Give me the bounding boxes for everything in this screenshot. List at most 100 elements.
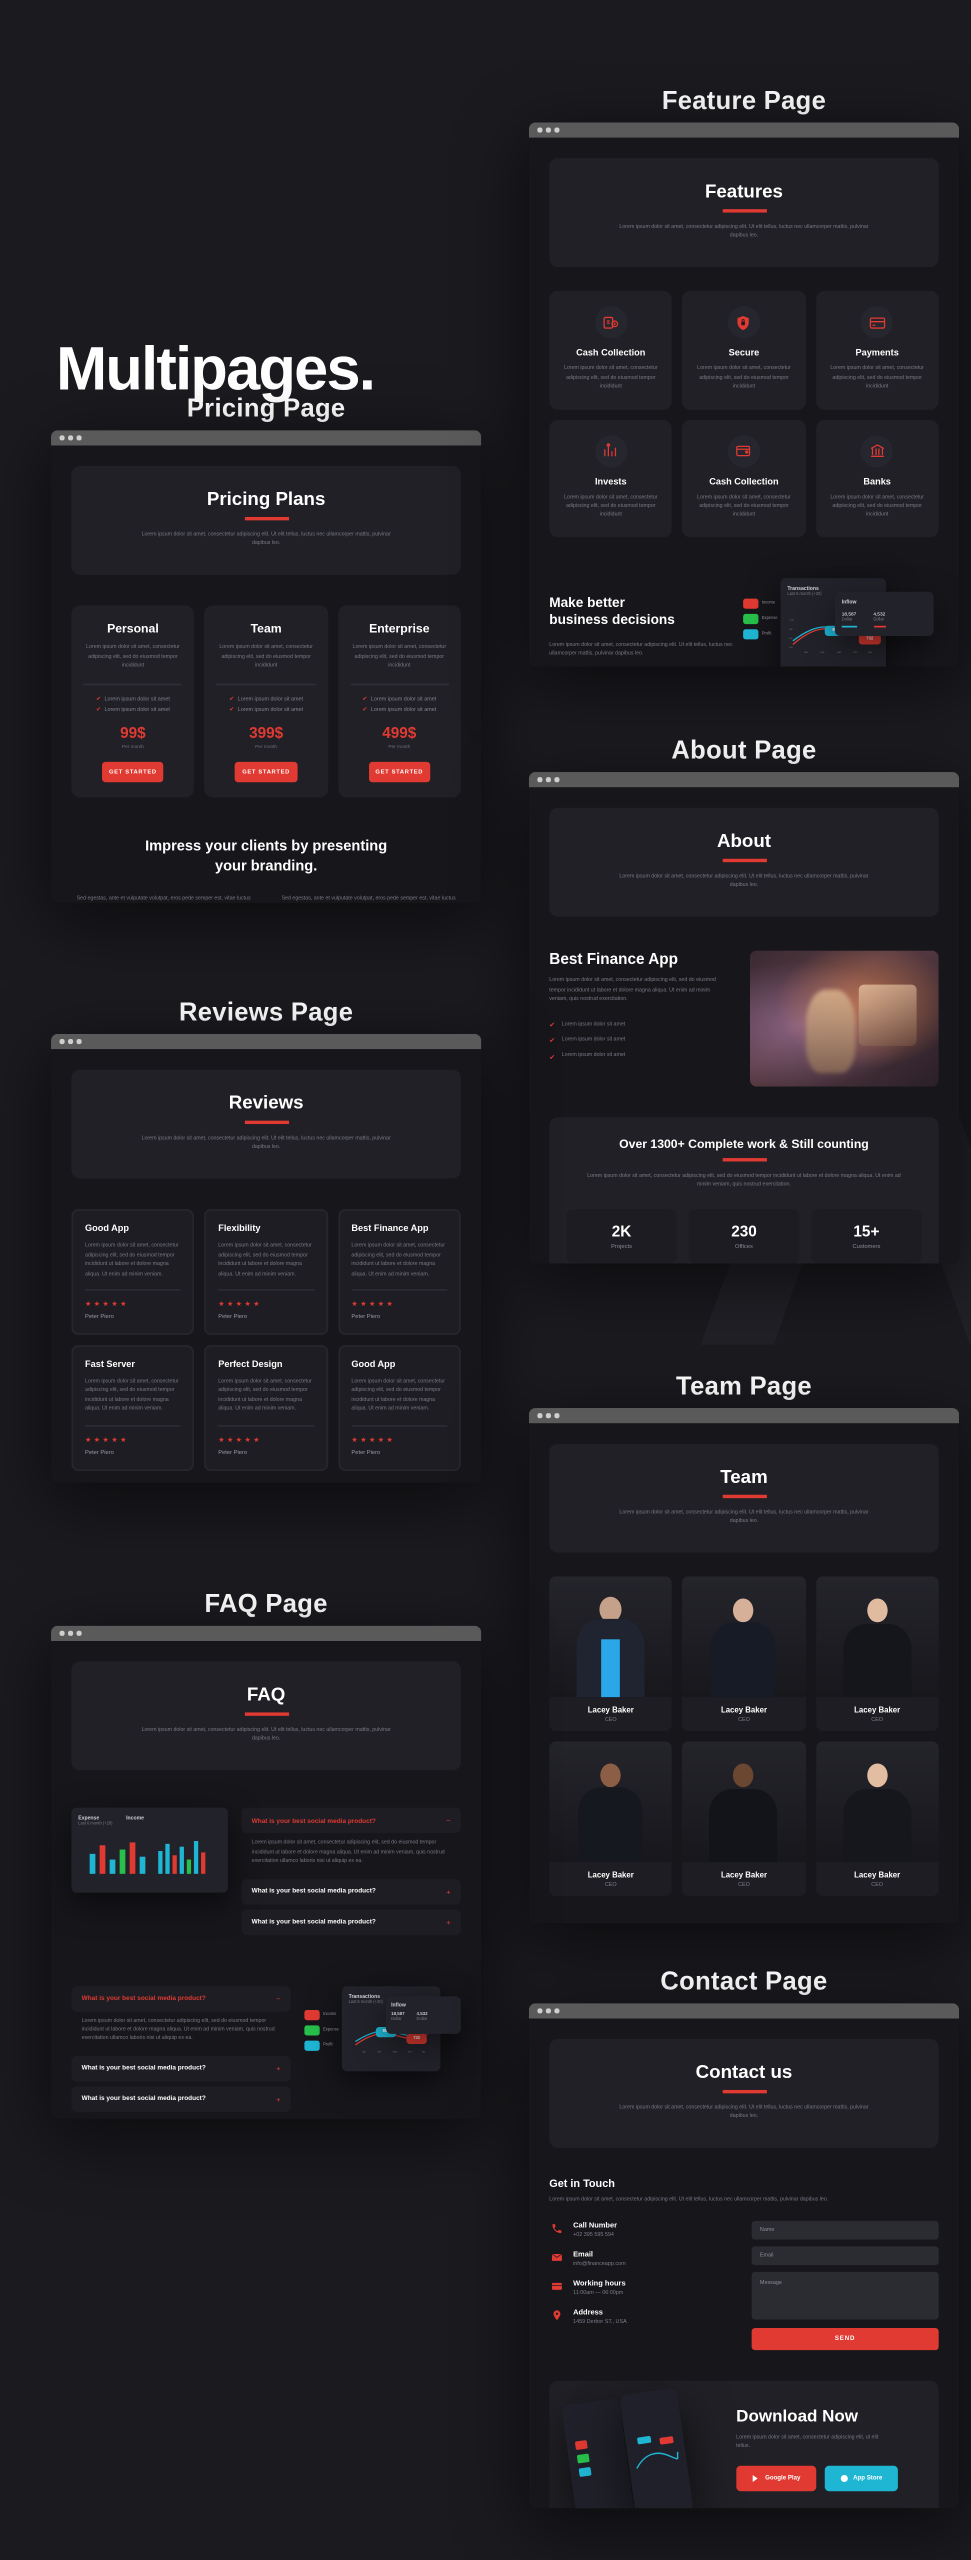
team-member-card[interactable]: Lacey Baker CEO bbox=[682, 1576, 806, 1732]
window-dot-minimize[interactable] bbox=[68, 1039, 73, 1044]
review-text: Lorem ipsum dolor sit amet, consectetur … bbox=[85, 1377, 179, 1412]
contact-info-call[interactable]: Call Number +02 395 595 594 bbox=[549, 2220, 727, 2237]
feature-card-secure[interactable]: Secure Lorem ipsum dolor sit amet, conse… bbox=[682, 291, 806, 410]
window-dot-close[interactable] bbox=[537, 2008, 542, 2013]
feature-card-banks[interactable]: Banks Lorem ipsum dolor sit amet, consec… bbox=[815, 419, 939, 537]
review-title: Perfect Design bbox=[218, 1360, 283, 1371]
member-photo bbox=[549, 1741, 673, 1863]
member-role: CEO bbox=[738, 1716, 750, 1724]
minus-icon[interactable]: − bbox=[446, 1817, 450, 1826]
window-dot-close[interactable] bbox=[537, 1413, 542, 1418]
window-dot-maximize[interactable] bbox=[554, 2008, 559, 2013]
plus-icon[interactable]: + bbox=[446, 1887, 450, 1896]
get-started-button[interactable]: GET STARTED bbox=[235, 761, 297, 782]
team-member-card[interactable]: Lacey Baker CEO bbox=[549, 1576, 673, 1732]
faq-item[interactable]: What is your best social media product? … bbox=[241, 1878, 461, 1904]
review-card[interactable]: Fast Server Lorem ipsum dolor sit amet, … bbox=[71, 1345, 195, 1471]
faq-item[interactable]: What is your best social media product? … bbox=[241, 1808, 461, 1834]
contact-info-value: +02 395 595 594 bbox=[573, 2230, 614, 2238]
window-dot-maximize[interactable] bbox=[554, 1413, 559, 1418]
inflow-card[interactable]: Inflow 18,587 Dollar 4,532 Dollar bbox=[386, 1995, 461, 2034]
inflow-value: 18,587 bbox=[841, 610, 857, 617]
plus-icon[interactable]: + bbox=[446, 1917, 450, 1926]
reviews-row-1: Good App Lorem ipsum dolor sit amet, con… bbox=[71, 1209, 461, 1335]
team-member-card[interactable]: Lacey Baker CEO bbox=[682, 1741, 806, 1897]
review-card[interactable]: Best Finance App Lorem ipsum dolor sit a… bbox=[337, 1209, 461, 1335]
member-role: CEO bbox=[604, 1881, 617, 1889]
send-button[interactable]: SEND bbox=[751, 2327, 939, 2350]
email-field[interactable]: Email bbox=[751, 2245, 939, 2265]
faq-item[interactable]: What is your best social media product? … bbox=[71, 2055, 291, 2082]
window-dot-minimize[interactable] bbox=[68, 435, 73, 441]
window-dot-maximize[interactable] bbox=[554, 777, 559, 782]
window-dot-close[interactable] bbox=[59, 1039, 64, 1044]
faq-item[interactable]: What is your best social media product? … bbox=[71, 1985, 291, 2011]
contact-info-hours[interactable]: Working hours 11:00am — 06:00pm bbox=[549, 2278, 727, 2295]
get-started-button[interactable]: GET STARTED bbox=[368, 761, 431, 782]
window-dot-minimize[interactable] bbox=[545, 2008, 551, 2013]
contact-info-email[interactable]: Email info@financeapp.com bbox=[549, 2249, 727, 2266]
window-dot-close[interactable] bbox=[59, 435, 64, 441]
window-dot-maximize[interactable] bbox=[76, 1039, 81, 1044]
plus-icon[interactable]: + bbox=[276, 2095, 280, 2104]
review-card[interactable]: Perfect Design Lorem ipsum dolor sit ame… bbox=[204, 1345, 328, 1471]
svg-text:900: 900 bbox=[789, 628, 793, 630]
feature-card-cash-collection[interactable]: Cash Collection Lorem ipsum dolor sit am… bbox=[549, 291, 673, 410]
window-dot-close[interactable] bbox=[537, 777, 542, 782]
window-dot-maximize[interactable] bbox=[76, 1631, 81, 1636]
window-dot-maximize[interactable] bbox=[554, 127, 559, 133]
team-member-card[interactable]: Lacey Baker CEO bbox=[815, 1741, 939, 1897]
contact-info-value: 11:00am — 06:00pm bbox=[573, 2288, 624, 2296]
team-member-card[interactable]: Lacey Baker CEO bbox=[815, 1576, 939, 1732]
plan-feature: ✔ Lorem ipsum dolor sit amet bbox=[229, 695, 303, 702]
window-dot-minimize[interactable] bbox=[545, 1413, 551, 1418]
faq-question: What is your best social media product? bbox=[81, 2095, 206, 2103]
message-field[interactable]: Message bbox=[751, 2271, 939, 2320]
window-dot-close[interactable] bbox=[59, 1631, 64, 1636]
about-bullet-label: Lorem ipsum dolor sit amet bbox=[561, 1051, 626, 1059]
plus-icon[interactable]: + bbox=[276, 2064, 280, 2073]
window-dot-minimize[interactable] bbox=[545, 777, 551, 782]
faq-hero-heading: FAQ bbox=[246, 1685, 286, 1706]
divider bbox=[218, 1288, 315, 1291]
window-dot-maximize[interactable] bbox=[76, 435, 81, 441]
window-dot-close[interactable] bbox=[537, 127, 542, 133]
feature-card-invests[interactable]: Invests Lorem ipsum dolor sit amet, cons… bbox=[549, 419, 673, 537]
contact-info-address[interactable]: Address 1459 Derbor ST., USA bbox=[549, 2307, 727, 2324]
inflow-card[interactable]: Inflow 18,587 Dollar 4,532 Dollar bbox=[834, 591, 934, 636]
store-button-label: App Store bbox=[853, 2474, 883, 2482]
review-card[interactable]: Good App Lorem ipsum dolor sit amet, con… bbox=[71, 1209, 195, 1335]
window-dot-minimize[interactable] bbox=[68, 1631, 73, 1636]
faq-item[interactable]: What is your best social media product? … bbox=[71, 2086, 291, 2112]
name-field[interactable]: Name bbox=[751, 2220, 939, 2240]
plan-desc: Lorem ipsum dolor sit amet, consectetur … bbox=[219, 643, 313, 669]
chart-card[interactable]: Expense Last 6 month (+20) Income bbox=[71, 1808, 228, 1894]
app-store-button[interactable]: App Store bbox=[824, 2464, 898, 2491]
divider bbox=[85, 1424, 181, 1426]
faq-question: What is your best social media product? bbox=[251, 1817, 376, 1825]
feature-card-payments[interactable]: Payments Lorem ipsum dolor sit amet, con… bbox=[815, 291, 939, 410]
pricing-card-personal[interactable]: Personal Lorem ipsum dolor sit amet, con… bbox=[71, 605, 195, 797]
faq-question: What is your best social media product? bbox=[81, 1994, 206, 2002]
check-icon: ✔ bbox=[549, 1051, 555, 1061]
pricing-impress-block: Impress your clients by presenting your … bbox=[71, 834, 460, 903]
minus-icon[interactable]: − bbox=[276, 1994, 280, 2003]
feature-card-cash-collection-2[interactable]: Cash Collection Lorem ipsum dolor sit am… bbox=[682, 419, 806, 537]
browser-titlebar bbox=[528, 772, 960, 788]
team-member-card[interactable]: Lacey Baker CEO bbox=[549, 1741, 673, 1897]
section-title-feature: Feature Page bbox=[661, 86, 827, 116]
pricing-card-team[interactable]: Team Lorem ipsum dolor sit amet, consect… bbox=[204, 605, 328, 797]
contact-hero-text: Lorem ipsum dolor sit amet, consectetur … bbox=[619, 2102, 869, 2119]
pricing-card-enterprise[interactable]: Enterprise Lorem ipsum dolor sit amet, c… bbox=[337, 605, 461, 797]
browser-titlebar bbox=[51, 1033, 482, 1050]
review-card[interactable]: Good App Lorem ipsum dolor sit amet, con… bbox=[337, 1345, 461, 1471]
feature-promo: Make better business decisions Lorem ips… bbox=[549, 574, 938, 667]
phone-icon bbox=[549, 2220, 564, 2235]
legend-label: Expense bbox=[761, 616, 778, 622]
google-play-button[interactable]: Google Play bbox=[736, 2464, 816, 2491]
faq-item[interactable]: What is your best social media product? … bbox=[241, 1908, 461, 1935]
get-started-button[interactable]: GET STARTED bbox=[102, 761, 164, 782]
stat-offices: 230 Offices bbox=[688, 1208, 800, 1263]
window-dot-minimize[interactable] bbox=[545, 127, 551, 133]
review-card[interactable]: Flexibility Lorem ipsum dolor sit amet, … bbox=[204, 1209, 328, 1335]
